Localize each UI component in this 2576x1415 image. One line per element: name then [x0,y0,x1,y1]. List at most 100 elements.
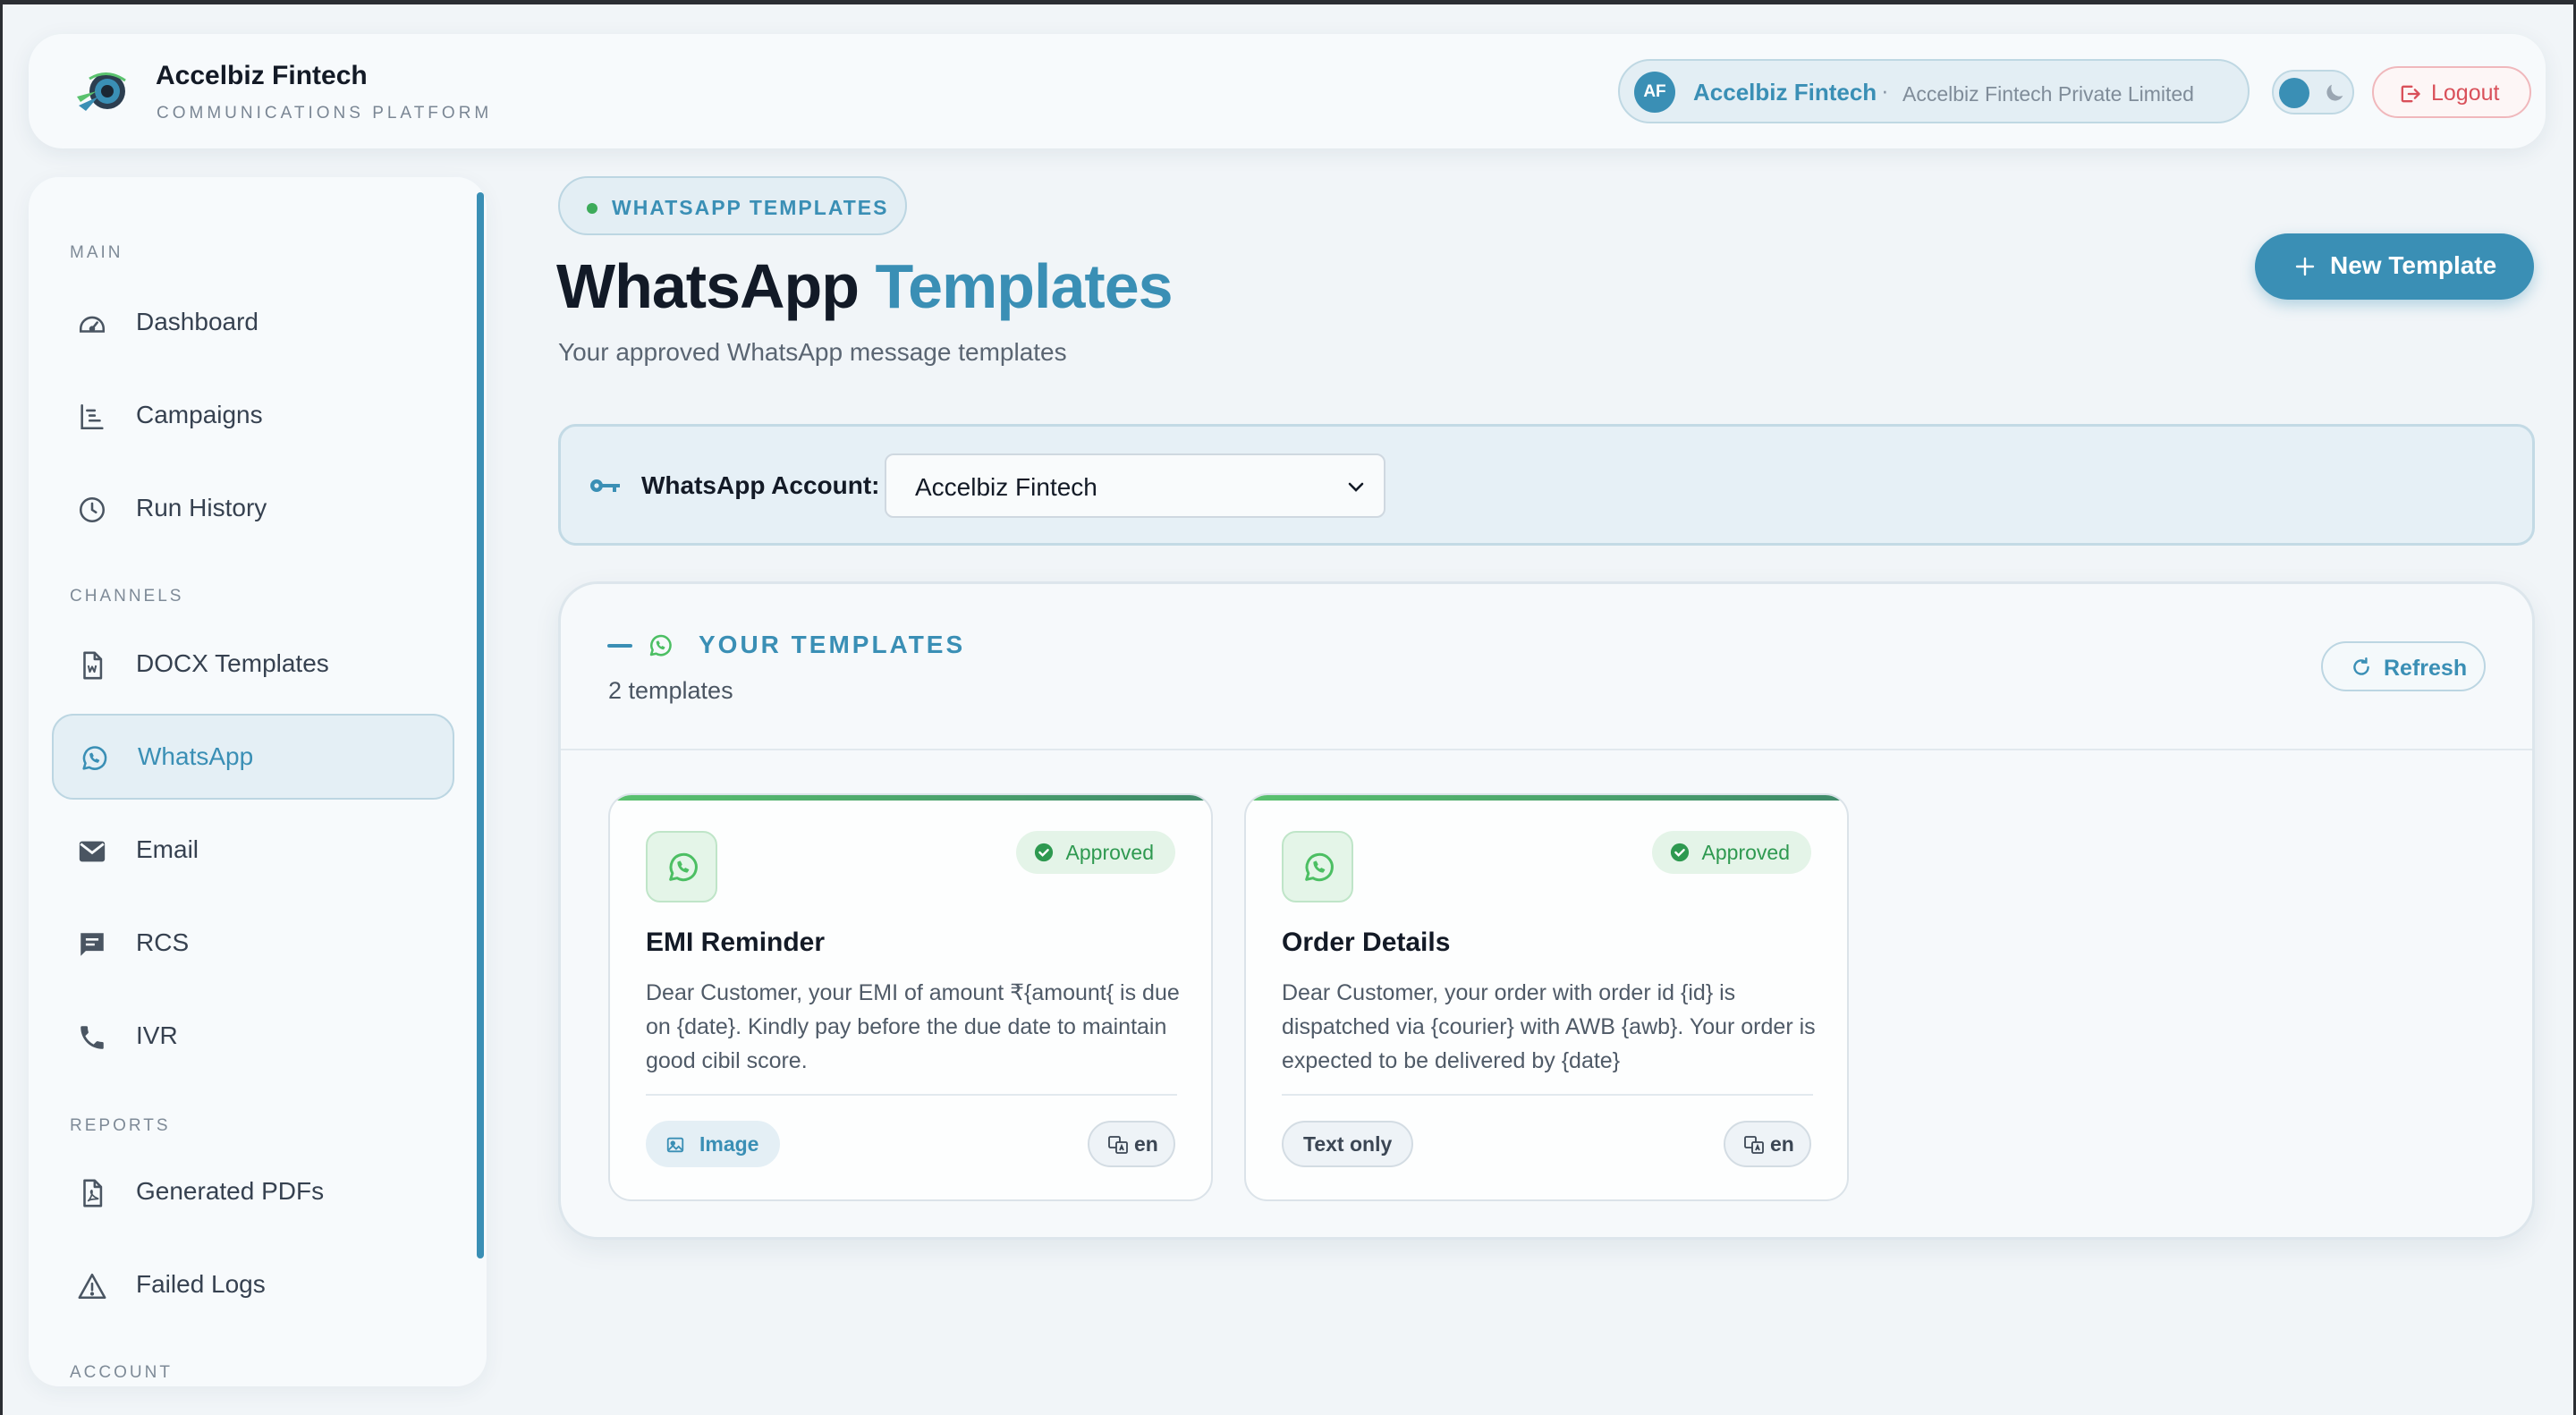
section-account: ACCOUNT [70,1363,173,1382]
logout-icon [2401,85,2420,103]
check-circle-icon [1670,843,1689,862]
whatsapp-icon [1305,852,1334,882]
whatsapp-icon [649,634,672,657]
status-badge: Approved [1015,831,1175,874]
template-name: EMI Reminder [646,928,826,957]
status-label: Approved [1701,841,1790,864]
plus-icon [2295,257,2315,276]
sidebar: MAIN Dashboard Campaigns Run History CHA… [29,177,487,1386]
window-left-edge [0,0,3,1415]
sidebar-item-failed-logs[interactable]: Failed Logs [52,1241,454,1327]
language-badge: en [1724,1121,1811,1167]
image-icon [666,1137,684,1153]
media-type-label: Image [699,1132,759,1156]
card-accent-bar [610,795,1211,801]
title-dash [607,644,632,648]
sidebar-item-label: Campaigns [136,401,263,428]
refresh-button[interactable]: Refresh [2321,641,2486,691]
media-type-badge: Text only [1282,1121,1414,1167]
brand-name: Accelbiz Fintech [156,61,368,90]
logout-button[interactable]: Logout [2372,66,2531,118]
translate-icon [1108,1136,1128,1154]
separator-dot: · [1881,77,1889,104]
page-title-accent: Templates [875,251,1174,321]
top-header: Accelbiz Fintech COMMUNICATIONS PLATFORM… [29,34,2546,148]
chevron-down-icon [1348,482,1364,492]
sidebar-item-label: DOCX Templates [136,649,329,677]
sidebar-item-dashboard[interactable]: Dashboard [52,279,454,365]
divider [1282,1094,1813,1096]
sidebar-item-label: Run History [136,494,267,521]
account-selector-bar: WhatsApp Account: Accelbiz Fintech [558,424,2535,546]
sidebar-item-label: Generated PDFs [136,1177,325,1205]
user-name: Accelbiz Fintech [1693,79,1877,106]
media-type-badge: Image [646,1121,781,1167]
whatsapp-icon [82,746,107,770]
sidebar-item-rcs[interactable]: RCS [52,900,454,986]
sidebar-item-label: WhatsApp [138,742,254,770]
sidebar-item-label: Email [136,835,199,863]
envelope-icon [79,841,106,862]
sidebar-item-whatsapp[interactable]: WhatsApp [52,714,454,800]
sidebar-item-label: Failed Logs [136,1270,266,1298]
gauge-icon [79,316,106,333]
theme-toggle[interactable] [2272,70,2354,114]
whatsapp-account-select[interactable]: Accelbiz Fintech [885,453,1385,518]
sidebar-item-docx-templates[interactable]: DOCX Templates [52,621,454,707]
sidebar-item-run-history[interactable]: Run History [52,465,454,551]
language-badge: en [1088,1121,1175,1167]
template-card-emi-reminder[interactable]: Approved EMI Reminder Dear Customer, you… [608,793,1213,1201]
sidebar-item-generated-pdfs[interactable]: Generated PDFs [52,1148,454,1234]
sidebar-item-campaigns[interactable]: Campaigns [52,372,454,458]
status-label: Approved [1065,841,1154,864]
key-icon [590,479,620,492]
refresh-label: Refresh [2384,656,2468,681]
language-label: en [1770,1132,1794,1156]
sidebar-scrollbar[interactable] [477,192,484,1258]
card-accent-bar [1246,795,1847,801]
page-subtitle: Your approved WhatsApp message templates [558,338,1067,366]
section-reports: REPORTS [70,1116,171,1135]
language-label: en [1134,1132,1158,1156]
window-top-edge [0,0,2576,4]
divider [646,1094,1177,1096]
check-circle-icon [1034,843,1053,862]
selected-account: Accelbiz Fintech [915,473,1097,501]
phone-icon [80,1026,104,1049]
warning-icon [78,1273,106,1300]
new-template-button[interactable]: New Template [2255,233,2534,300]
refresh-icon [2353,657,2369,675]
brand-logo[interactable] [73,61,136,123]
docx-file-icon [83,651,103,680]
account-label: WhatsApp Account: [641,471,880,499]
new-template-label: New Template [2330,251,2497,279]
template-card-order-details[interactable]: Approved Order Details Dear Customer, yo… [1244,793,1849,1201]
page-title-main: WhatsApp [556,251,860,321]
sidebar-item-ivr[interactable]: IVR [52,993,454,1079]
status-badge: Approved [1651,831,1811,874]
template-icon [1282,831,1353,902]
user-account-pill[interactable]: AF Accelbiz Fintech · Accelbiz Fintech P… [1618,59,2250,123]
pdf-file-icon [83,1179,103,1207]
toggle-knob [2279,78,2309,108]
page-title: WhatsApp Templates [556,250,1174,322]
user-organization: Accelbiz Fintech Private Limited [1902,82,2194,106]
breadcrumb-label: WHATSAPP TEMPLATES [612,196,889,219]
whatsapp-icon [669,852,698,882]
sidebar-item-label: IVR [136,1021,178,1049]
template-name: Order Details [1282,928,1451,957]
breadcrumb: WHATSAPP TEMPLATES [558,176,907,235]
templates-panel: YOUR TEMPLATES 2 templates Refresh Appro… [558,581,2535,1240]
translate-icon [1744,1136,1764,1154]
clock-icon [79,496,106,523]
section-channels: CHANNELS [70,587,184,606]
template-body: Dear Customer, your order with order id … [1282,980,1816,1073]
panel-title: YOUR TEMPLATES [699,631,966,658]
chat-bubble-icon [80,933,104,956]
template-icon [646,831,717,902]
brand-subtitle: COMMUNICATIONS PLATFORM [157,104,493,123]
logout-label: Logout [2431,80,2500,106]
sidebar-item-email[interactable]: Email [52,807,454,893]
template-body: Dear Customer, your EMI of amount ₹{amou… [646,980,1180,1073]
status-dot [587,203,597,214]
